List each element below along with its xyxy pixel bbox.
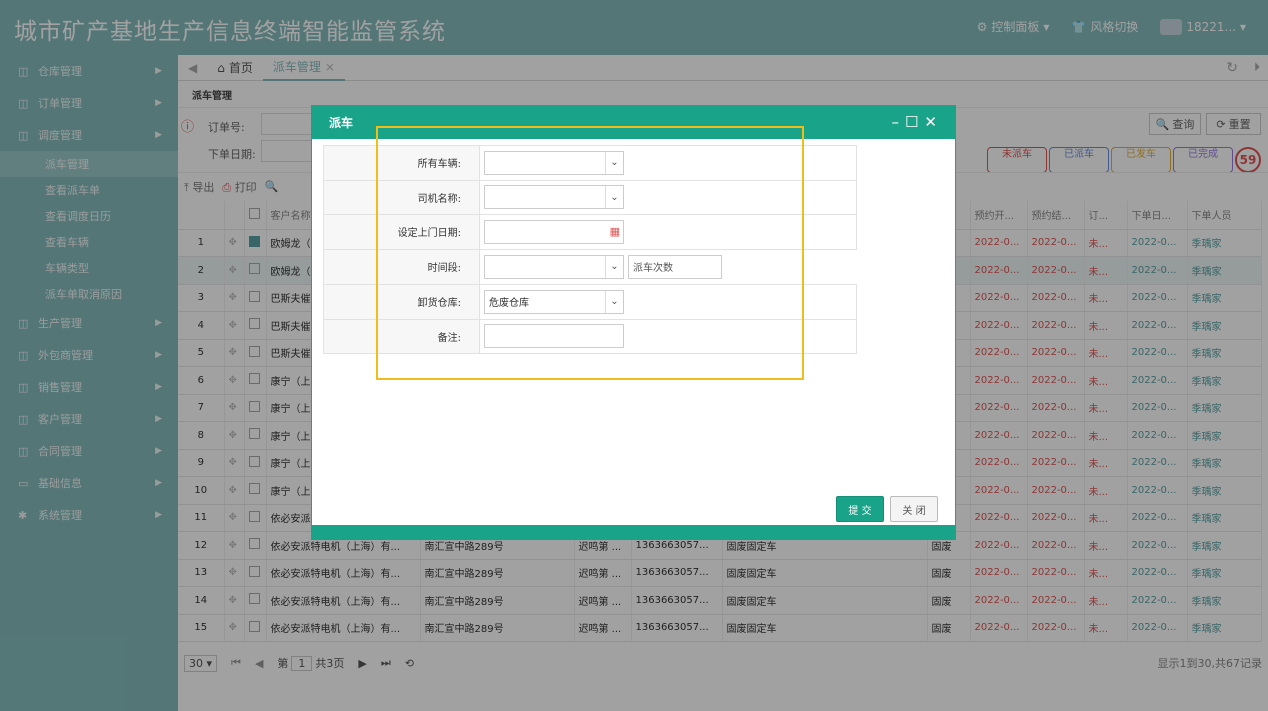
dialog-controls: – ☐ ✕ [891, 113, 937, 131]
dialog-footer-bar [312, 525, 955, 539]
highlight-box [376, 126, 804, 380]
close-button[interactable]: 关 闭 [890, 496, 938, 522]
maximize-icon[interactable]: ☐ [905, 113, 918, 131]
submit-button[interactable]: 提 交 [836, 496, 884, 522]
dialog-title: 派车 [329, 116, 354, 130]
close-icon[interactable]: ✕ [924, 113, 937, 131]
minimize-icon[interactable]: – [891, 113, 899, 131]
